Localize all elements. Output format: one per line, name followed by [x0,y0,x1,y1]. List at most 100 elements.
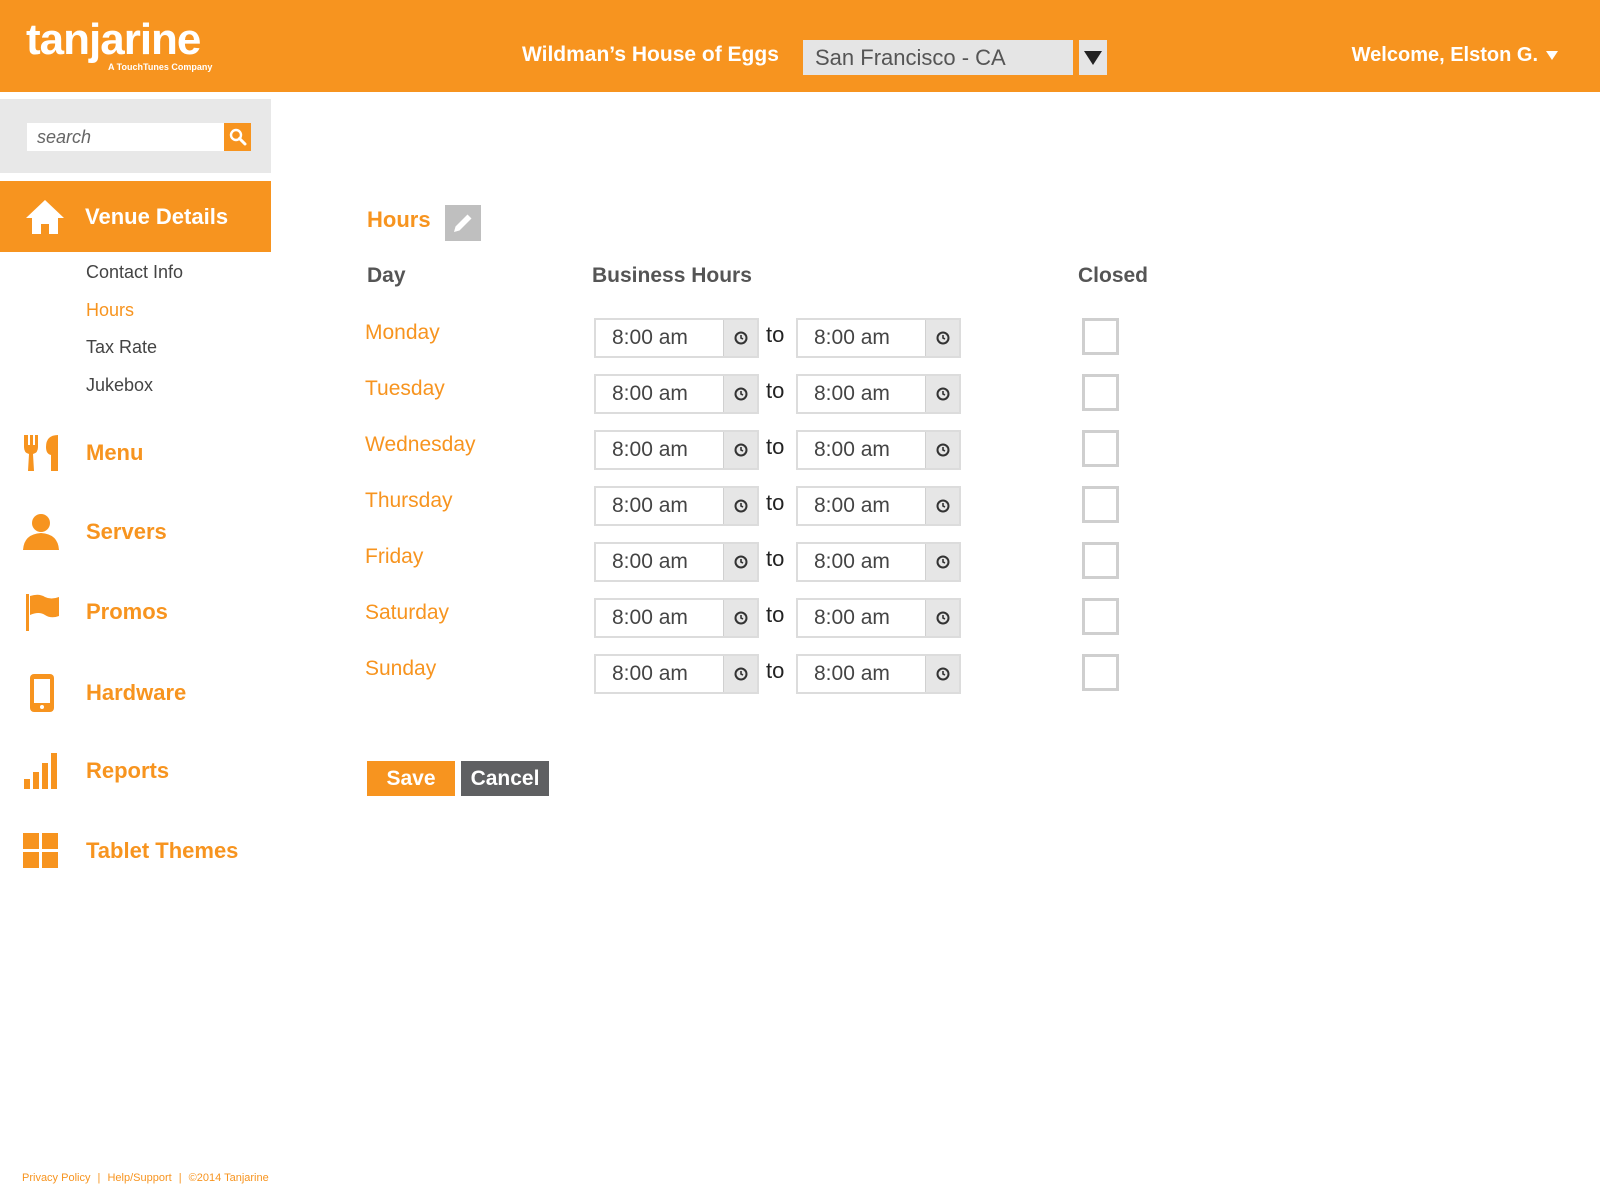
venue-name: Wildman’s House of Eggs [522,43,779,66]
cancel-button[interactable]: Cancel [461,761,549,796]
closed-checkbox[interactable] [1082,374,1119,411]
clock-icon[interactable] [925,656,959,692]
clock-icon[interactable] [723,320,757,356]
day-label: Tuesday [365,377,445,400]
search-panel [0,99,271,173]
to-label: to [766,658,785,683]
clock-icon[interactable] [925,544,959,580]
close-time-value[interactable]: 8:00 am [798,600,925,636]
clock-icon[interactable] [925,376,959,412]
search-input[interactable] [27,123,224,151]
close-time-field[interactable]: 8:00 am [796,318,961,358]
close-time-field[interactable]: 8:00 am [796,654,961,694]
nav-label: Venue Details [85,203,229,229]
welcome-text: Welcome, Elston G. [1351,44,1538,66]
tanjarine-logo[interactable]: tanjarine A TouchTunes Company [26,15,212,73]
logo-text: tanjarine [26,15,201,64]
footer-separator: | [97,1172,101,1184]
close-time-value[interactable]: 8:00 am [798,488,925,524]
close-time-field[interactable]: 8:00 am [796,374,961,414]
footer-links: Privacy Policy | Help/Support | ©2014 Ta… [22,1172,273,1184]
day-label: Friday [365,545,424,568]
day-row-saturday: Saturday 8:00 am to 8:00 am [0,598,1600,638]
save-button[interactable]: Save [367,761,455,796]
closed-checkbox[interactable] [1082,430,1119,467]
close-time-field[interactable]: 8:00 am [796,486,961,526]
close-time-field[interactable]: 8:00 am [796,430,961,470]
nav-label: Reports [86,758,170,783]
clock-icon[interactable] [723,544,757,580]
open-time-value[interactable]: 8:00 am [596,544,723,580]
footer-separator: | [178,1172,182,1184]
clock-icon[interactable] [925,432,959,468]
open-time-value[interactable]: 8:00 am [596,488,723,524]
open-time-field[interactable]: 8:00 am [594,542,759,582]
closed-checkbox[interactable] [1082,598,1119,635]
clock-icon[interactable] [723,488,757,524]
copyright-text: ©2014 Tanjarine [188,1172,269,1184]
open-time-field[interactable]: 8:00 am [594,654,759,694]
open-time-value[interactable]: 8:00 am [596,376,723,412]
dropdown-arrow-button[interactable] [1079,40,1107,75]
privacy-policy-link[interactable]: Privacy Policy [22,1172,90,1184]
search-button[interactable] [224,123,251,151]
close-time-value[interactable]: 8:00 am [798,544,925,580]
closed-checkbox[interactable] [1082,542,1119,579]
location-dropdown[interactable]: San Francisco - CA [803,40,1109,75]
close-time-field[interactable]: 8:00 am [796,598,961,638]
day-label: Monday [365,321,440,344]
open-time-field[interactable]: 8:00 am [594,486,759,526]
caret-down-icon [1546,51,1558,60]
clock-icon[interactable] [925,488,959,524]
clock-icon[interactable] [723,376,757,412]
to-label: to [766,546,785,571]
help-support-link[interactable]: Help/Support [107,1172,171,1184]
open-time-field[interactable]: 8:00 am [594,318,759,358]
day-row-friday: Friday 8:00 am to 8:00 am [0,542,1600,582]
day-label: Wednesday [365,433,476,456]
closed-checkbox[interactable] [1082,654,1119,691]
clock-icon[interactable] [723,600,757,636]
open-time-value[interactable]: 8:00 am [596,656,723,692]
close-time-field[interactable]: 8:00 am [796,542,961,582]
home-icon [26,199,64,234]
clock-icon[interactable] [925,600,959,636]
clock-icon[interactable] [925,320,959,356]
open-time-field[interactable]: 8:00 am [594,374,759,414]
column-header-business-hours: Business Hours [592,264,752,287]
nav-venue-details[interactable]: Venue Details [0,181,271,252]
close-time-value[interactable]: 8:00 am [798,656,925,692]
day-row-monday: Monday 8:00 am to 8:00 am [0,318,1600,358]
location-value[interactable]: San Francisco - CA [803,40,1073,75]
edit-hours-button[interactable] [445,205,481,241]
nav-reports[interactable]: Reports [0,746,271,796]
open-time-value[interactable]: 8:00 am [596,600,723,636]
nav-label: Tablet Themes [86,838,239,863]
column-header-closed: Closed [1078,264,1149,287]
day-label: Sunday [365,657,437,680]
to-label: to [766,602,785,627]
closed-checkbox[interactable] [1082,486,1119,523]
to-label: to [766,322,785,347]
nav-tablet-themes[interactable]: Tablet Themes [0,826,271,876]
subnav-contact-info[interactable]: Contact Info [86,260,183,298]
day-row-sunday: Sunday 8:00 am to 8:00 am [0,654,1600,694]
close-time-value[interactable]: 8:00 am [798,320,925,356]
day-label: Saturday [365,601,450,624]
close-time-value[interactable]: 8:00 am [798,432,925,468]
logo-tagline: A TouchTunes Company [108,62,213,72]
open-time-value[interactable]: 8:00 am [596,320,723,356]
to-label: to [766,378,785,403]
close-time-value[interactable]: 8:00 am [798,376,925,412]
user-menu[interactable]: Welcome, Elston G. [1352,44,1558,67]
clock-icon[interactable] [723,656,757,692]
open-time-field[interactable]: 8:00 am [594,430,759,470]
open-time-value[interactable]: 8:00 am [596,432,723,468]
to-label: to [766,434,785,459]
closed-checkbox[interactable] [1082,318,1119,355]
grid-icon [21,831,61,871]
top-header: tanjarine A TouchTunes Company Wildman’s… [0,0,1600,92]
day-row-tuesday: Tuesday 8:00 am to 8:00 am [0,374,1600,414]
clock-icon[interactable] [723,432,757,468]
open-time-field[interactable]: 8:00 am [594,598,759,638]
